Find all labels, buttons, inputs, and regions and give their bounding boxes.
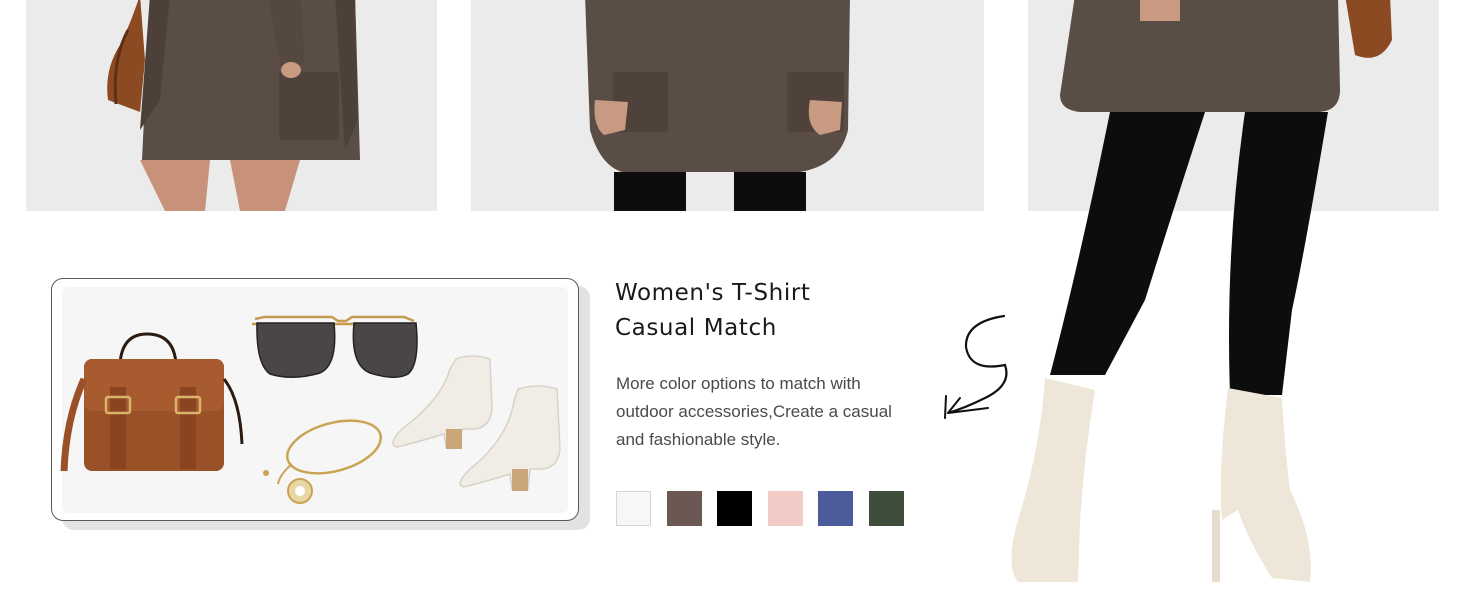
color-swatch-pink[interactable]	[768, 491, 803, 526]
color-swatch-white[interactable]	[616, 491, 651, 526]
color-swatch-brown[interactable]	[667, 491, 702, 526]
decorative-arrow	[944, 314, 1008, 419]
color-swatch-green[interactable]	[869, 491, 904, 526]
sunglasses-icon	[252, 315, 418, 378]
description-line-2: outdoor accessories,Create a casual	[616, 402, 892, 421]
accessories-card	[51, 278, 579, 521]
color-swatch-black[interactable]	[717, 491, 752, 526]
model-photo-left	[26, 0, 437, 211]
model-photo-right	[1028, 0, 1439, 211]
handbag-icon	[60, 332, 244, 472]
ankle-boots-icon	[392, 355, 561, 491]
section-title-line-2: Casual Match	[615, 315, 777, 341]
description-line-1: More color options to match with	[616, 374, 861, 393]
section-title-line-1: Women's T-Shirt	[615, 280, 811, 306]
bracelet-icon	[263, 419, 383, 504]
color-swatch-blue[interactable]	[818, 491, 853, 526]
model-photo-center	[471, 0, 984, 211]
accessories-illustration	[60, 315, 561, 504]
description-line-3: and fashionable style.	[616, 430, 781, 449]
